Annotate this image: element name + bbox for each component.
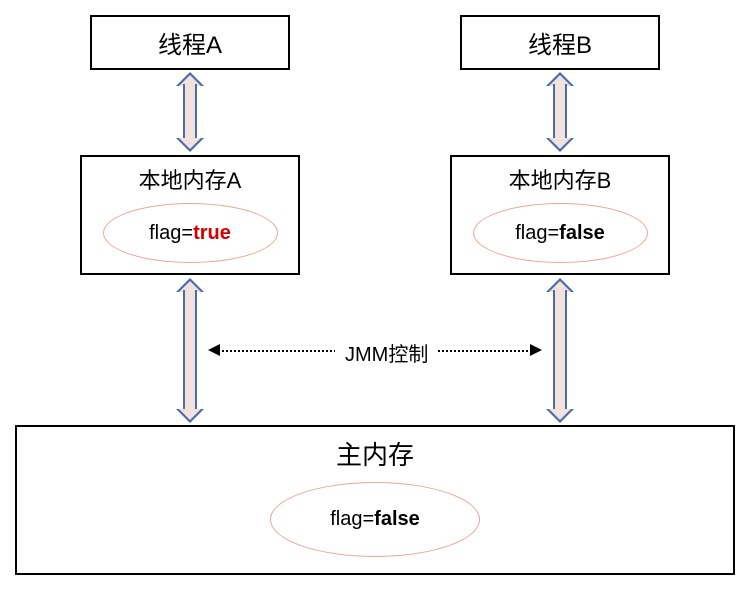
main-flag-value: false bbox=[374, 508, 420, 530]
main-memory-title: 主内存 bbox=[17, 435, 733, 472]
arrow-thread-a-to-local-a bbox=[176, 72, 204, 152]
local-b-flag-value: false bbox=[559, 222, 605, 244]
main-memory-flag-ellipse: flag=false bbox=[270, 482, 480, 557]
jmm-arrow-right-icon bbox=[530, 344, 542, 356]
thread-b-label: 线程B bbox=[528, 25, 592, 60]
arrow-thread-b-to-local-b bbox=[546, 72, 574, 152]
local-b-flag-prefix: flag= bbox=[515, 222, 559, 244]
local-a-flag-prefix: flag= bbox=[149, 222, 193, 244]
local-a-flag-value: true bbox=[193, 222, 231, 244]
arrow-local-b-to-main bbox=[546, 278, 574, 423]
local-memory-a-title: 本地内存A bbox=[82, 163, 298, 195]
main-flag-prefix: flag= bbox=[330, 508, 374, 530]
jmm-arrow-left-icon bbox=[208, 344, 220, 356]
local-memory-a-flag-ellipse: flag=true bbox=[103, 203, 278, 263]
local-memory-b-flag-ellipse: flag=false bbox=[473, 203, 648, 263]
local-memory-b-title: 本地内存B bbox=[452, 163, 668, 195]
arrow-local-a-to-main bbox=[176, 278, 204, 423]
jmm-control-label: JMM控制 bbox=[335, 338, 438, 367]
thread-a-label: 线程A bbox=[158, 25, 222, 60]
local-memory-b-box: 本地内存B flag=false bbox=[450, 155, 670, 275]
thread-b-box: 线程B bbox=[460, 15, 660, 70]
local-memory-a-box: 本地内存A flag=true bbox=[80, 155, 300, 275]
thread-a-box: 线程A bbox=[90, 15, 290, 70]
main-memory-box: 主内存 flag=false bbox=[15, 425, 735, 575]
